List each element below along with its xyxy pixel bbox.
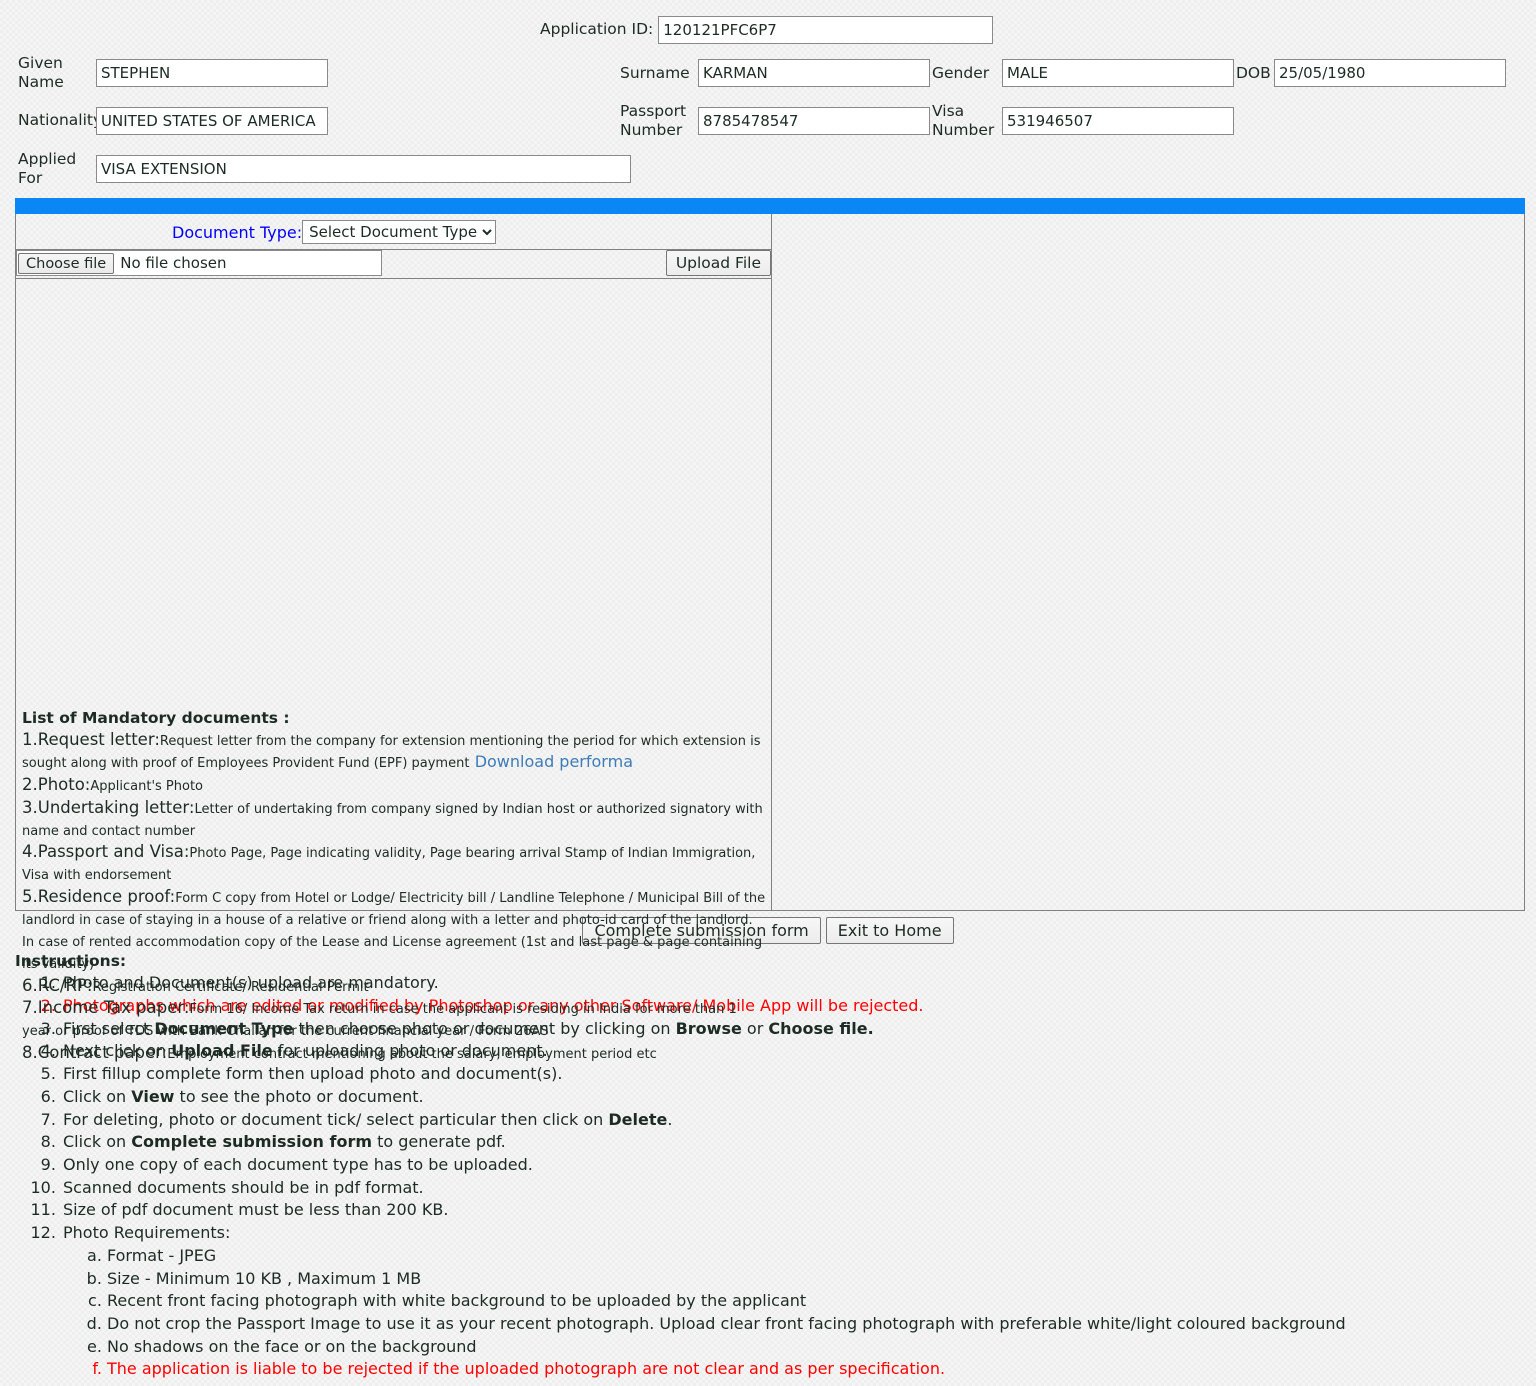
instruction-item: Scanned documents should be in pdf forma… (61, 1177, 1536, 1200)
instruction-item: Click on View to see the photo or docume… (61, 1086, 1536, 1109)
document-type-row: Document Type: Select Document Type (16, 214, 771, 251)
mandatory-document-item: 8.Contract paper:Employment contract men… (22, 1043, 766, 1065)
mandatory-documents-list: List of Mandatory documents : 1.Request … (19, 709, 769, 1066)
applied-for-row: Applied For (0, 150, 1536, 189)
instruction-item: Photo Requirements:Format - JPEGSize - M… (61, 1222, 1536, 1381)
mandatory-document-item: 1.Request letter:Request letter from the… (22, 730, 766, 774)
file-upload-row: Choose file No file chosen Upload File (16, 250, 771, 280)
mandatory-document-name: 8.Contract paper: (22, 1043, 168, 1063)
dob-input[interactable] (1274, 59, 1506, 88)
upload-panel: Document Type: Select Document Type Choo… (15, 214, 1525, 1062)
gender-input[interactable] (1002, 59, 1234, 88)
uploaded-documents-panel (772, 214, 1524, 910)
mandatory-document-name: 1.Request letter: (22, 730, 160, 750)
file-input[interactable]: Choose file No file chosen (16, 250, 382, 277)
applied-for-label: Applied For (18, 149, 77, 187)
mandatory-document-name: 6.RC/RP: (22, 975, 93, 995)
instruction-item: For deleting, photo or document tick/ se… (61, 1109, 1536, 1132)
mandatory-document-name: 3.Undertaking letter: (22, 797, 195, 817)
mandatory-document-name: 7.Income Tax paper: (22, 998, 190, 1018)
section-divider-bar (15, 198, 1525, 215)
passport-number-input[interactable] (698, 107, 930, 136)
application-id-row: Application ID: (0, 0, 1536, 44)
application-id-label: Application ID: (540, 20, 654, 39)
applied-for-input[interactable] (96, 154, 631, 183)
mandatory-document-name: 4.Passport and Visa: (22, 842, 190, 862)
dob-label: DOB (1236, 63, 1271, 82)
photo-requirement-item: The application is liable to be rejected… (107, 1358, 1536, 1381)
document-type-label: Document Type: (172, 222, 303, 242)
photo-requirement-item: Do not crop the Passport Image to use it… (107, 1313, 1536, 1336)
instruction-item: Only one copy of each document type has … (61, 1154, 1536, 1177)
upload-file-button[interactable]: Upload File (665, 250, 771, 277)
name-row: Given Name Surname Gender DOB (0, 54, 1536, 93)
photo-requirements-list: Format - JPEGSize - Minimum 10 KB , Maxi… (63, 1245, 1536, 1381)
surname-label: Surname (620, 63, 690, 82)
upload-row-spacer (382, 250, 666, 278)
nationality-row: Nationality Passport Number Visa Number (0, 102, 1536, 141)
instruction-item: Click on Complete submission form to gen… (61, 1131, 1536, 1154)
gender-label: Gender (932, 63, 990, 82)
mandatory-document-item: 3.Undertaking letter:Letter of undertaki… (22, 798, 766, 842)
mandatory-document-description: Employment contract mentioning about the… (167, 1047, 657, 1063)
file-name-display: No file chosen (120, 254, 227, 273)
exit-to-home-button[interactable]: Exit to Home (825, 917, 954, 945)
mandatory-document-name: 5.Residence proof: (22, 887, 176, 907)
mandatory-document-item: 5.Residence proof:Form C copy from Hotel… (22, 887, 766, 974)
visa-number-input[interactable] (1002, 107, 1234, 136)
photo-requirement-item: Recent front facing photograph with whit… (107, 1290, 1536, 1313)
mandatory-document-item: 6.RC/RP:Registration Certificate/ Reside… (22, 976, 766, 998)
mandatory-documents-title: List of Mandatory documents : (22, 709, 290, 728)
document-type-select[interactable]: Select Document Type (302, 220, 497, 245)
applicant-details-block: Application ID: Given Name Surname Gende… (0, 0, 1536, 188)
mandatory-document-description: Applicant's Photo (90, 778, 204, 794)
mandatory-document-name: 2.Photo: (22, 774, 91, 794)
mandatory-documents-items: 1.Request letter:Request letter from the… (22, 730, 766, 1065)
application-id-input[interactable] (658, 16, 994, 44)
mandatory-document-item: 7.Income Tax paper:Form 16/ Income Tax r… (22, 998, 766, 1042)
upload-panel-left: Document Type: Select Document Type Choo… (16, 214, 772, 1062)
surname-input[interactable] (698, 59, 930, 88)
given-name-label: Given Name (18, 54, 64, 92)
download-performa-link[interactable]: Download performa (475, 752, 633, 771)
mandatory-document-item: 2.Photo:Applicant's Photo (22, 775, 766, 797)
photo-requirement-item: Format - JPEG (107, 1245, 1536, 1268)
nationality-input[interactable] (96, 107, 328, 136)
instruction-item: Size of pdf document must be less than 2… (61, 1199, 1536, 1222)
given-name-input[interactable] (96, 59, 328, 88)
passport-number-label: Passport Number (620, 101, 687, 140)
photo-requirement-item: Size - Minimum 10 KB , Maximum 1 MB (107, 1268, 1536, 1291)
instruction-item: First fillup complete form then upload p… (61, 1063, 1536, 1086)
photo-requirement-item: No shadows on the face or on the backgro… (107, 1336, 1536, 1359)
mandatory-document-item: 4.Passport and Visa:Photo Page, Page ind… (22, 842, 766, 886)
nationality-label: Nationality (18, 111, 103, 130)
choose-file-button[interactable]: Choose file (18, 252, 115, 274)
mandatory-document-description: Registration Certificate/ Residential Pe… (92, 979, 369, 995)
visa-number-label: Visa Number (932, 101, 995, 140)
